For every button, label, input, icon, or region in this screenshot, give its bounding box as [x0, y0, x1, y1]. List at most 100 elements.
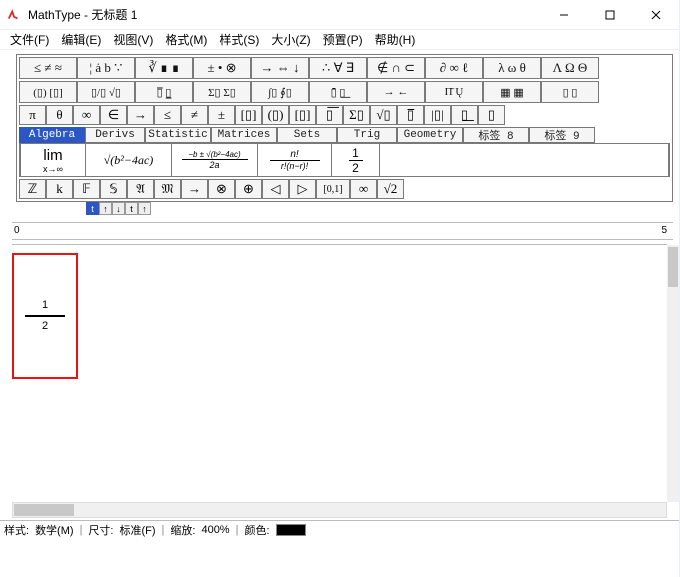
- template-empty[interactable]: [380, 143, 669, 177]
- sym2-f[interactable]: 𝔽: [73, 179, 100, 199]
- maximize-button[interactable]: [587, 0, 633, 30]
- close-button[interactable]: [633, 0, 679, 30]
- sym-pm[interactable]: ±: [208, 105, 235, 125]
- sym-to[interactable]: →: [127, 105, 154, 125]
- palette-misc[interactable]: ∂ ∞ ℓ: [425, 57, 483, 79]
- template-lim[interactable]: lim x→∞: [20, 143, 86, 177]
- sym-sum[interactable]: Σ▯: [343, 105, 370, 125]
- sym-over[interactable]: ▯͞: [316, 105, 343, 125]
- mini-tab-1[interactable]: t: [86, 202, 99, 215]
- palette-operators[interactable]: ± • ⊗: [193, 57, 251, 79]
- palette-greek-upper[interactable]: Λ Ω Θ: [541, 57, 599, 79]
- sym-bracket2[interactable]: [▯]: [289, 105, 316, 125]
- tab-derivs[interactable]: Derivs: [85, 127, 145, 143]
- minimize-button[interactable]: [541, 0, 587, 30]
- horizontal-scrollbar[interactable]: [12, 502, 667, 518]
- status-size-label: 尺寸:: [88, 522, 113, 538]
- sym-sqrt[interactable]: √▯: [370, 105, 397, 125]
- sym2-s[interactable]: 𝕊: [100, 179, 127, 199]
- status-zoom-value[interactable]: 400%: [201, 524, 229, 536]
- sym-bar[interactable]: ▯̅: [397, 105, 424, 125]
- palette-relational[interactable]: ≤ ≠ ≈: [19, 57, 77, 79]
- sym-infty[interactable]: ∞: [73, 105, 100, 125]
- sym2-k[interactable]: k: [46, 179, 73, 199]
- mini-tab-4[interactable]: t: [125, 202, 138, 215]
- menu-file[interactable]: 文件(F): [4, 29, 55, 50]
- sym2-rtri[interactable]: ▷: [289, 179, 316, 199]
- fraction[interactable]: 1 2: [25, 300, 65, 332]
- palette-matrices[interactable]: ▦ ▦: [483, 81, 541, 103]
- palette-fences[interactable]: (▯) [▯]: [19, 81, 77, 103]
- status-zoom-label: 缩放:: [170, 522, 195, 538]
- sym-slot[interactable]: ▯: [478, 105, 505, 125]
- status-color-swatch[interactable]: [276, 524, 306, 536]
- menu-size[interactable]: 大小(Z): [265, 29, 316, 50]
- template-half[interactable]: 1 2: [332, 143, 380, 177]
- tab-algebra[interactable]: Algebra: [19, 127, 85, 143]
- sym-bracket[interactable]: [▯]: [235, 105, 262, 125]
- sym2-z[interactable]: ℤ: [19, 179, 46, 199]
- mini-tab-2[interactable]: ↑: [99, 202, 112, 215]
- sym-le[interactable]: ≤: [154, 105, 181, 125]
- equation-selection[interactable]: 1 2: [12, 253, 78, 379]
- palette-integrals[interactable]: ∫▯ ∮▯: [251, 81, 309, 103]
- palette-subsup[interactable]: ▯̅ ▯̲: [135, 81, 193, 103]
- palette-labeled-arrows[interactable]: → ←: [367, 81, 425, 103]
- menu-style[interactable]: 样式(S): [213, 29, 265, 50]
- status-size-value[interactable]: 标准(F): [119, 522, 155, 538]
- sym-pi[interactable]: π: [19, 105, 46, 125]
- vertical-scrollbar[interactable]: [667, 245, 679, 502]
- sym-theta[interactable]: θ: [46, 105, 73, 125]
- menu-help[interactable]: 帮助(H): [369, 29, 422, 50]
- tab-geometry[interactable]: Geometry: [397, 127, 463, 143]
- v-scroll-thumb[interactable]: [668, 247, 678, 287]
- palette-arrows[interactable]: → ⇔ ↓: [251, 57, 309, 79]
- menu-view[interactable]: 视图(V): [107, 29, 159, 50]
- palette-logic[interactable]: ∴ ∀ ∃: [309, 57, 367, 79]
- sym2-to[interactable]: →: [181, 179, 208, 199]
- sym-in[interactable]: ∈: [100, 105, 127, 125]
- palette-fractions[interactable]: ▯/▯ √▯: [77, 81, 135, 103]
- sym2-otimes[interactable]: ⊗: [208, 179, 235, 199]
- sym-abs[interactable]: |▯|: [424, 105, 451, 125]
- tab-statistic[interactable]: Statistic: [145, 127, 211, 143]
- editor-canvas[interactable]: 1 2: [12, 244, 667, 502]
- sym2-ltri[interactable]: ◁: [262, 179, 289, 199]
- status-style-value[interactable]: 数学(M): [35, 522, 74, 538]
- tab-matrices[interactable]: Matrices: [211, 127, 277, 143]
- palette-set[interactable]: ∉ ∩ ⊂: [367, 57, 425, 79]
- palette-products[interactable]: Π̄ Ų: [425, 81, 483, 103]
- mini-tab-5[interactable]: ↑: [138, 202, 151, 215]
- fraction-denominator[interactable]: 2: [25, 321, 65, 332]
- template-binomial[interactable]: n! r!(n−r)!: [258, 143, 332, 177]
- fraction-numerator[interactable]: 1: [25, 300, 65, 311]
- sym2-oplus[interactable]: ⊕: [235, 179, 262, 199]
- sym2-infty[interactable]: ∞: [350, 179, 377, 199]
- sym-under[interactable]: ▯͟: [451, 105, 478, 125]
- palette-dots[interactable]: ¦ ȧ b ∵: [77, 57, 135, 79]
- palette-boxes[interactable]: ▯ ▯: [541, 81, 599, 103]
- template-quadratic[interactable]: −b ± √(b²−4ac) 2a: [172, 143, 258, 177]
- ruler[interactable]: 0 5: [12, 222, 673, 240]
- menu-edit[interactable]: 编辑(E): [55, 29, 107, 50]
- window-title: MathType - 无标题 1: [28, 6, 137, 23]
- tab-trig[interactable]: Trig: [337, 127, 397, 143]
- tab-tag8[interactable]: 标签 8: [463, 127, 529, 143]
- mini-tab-3[interactable]: ↓: [112, 202, 125, 215]
- sym2-frakM[interactable]: 𝔐: [154, 179, 181, 199]
- palette-overbar[interactable]: ▯̄ ▯͟: [309, 81, 367, 103]
- sym-ne[interactable]: ≠: [181, 105, 208, 125]
- palette-embellish[interactable]: ∛ ∎ ∎: [135, 57, 193, 79]
- palette-greek-lower[interactable]: λ ω θ: [483, 57, 541, 79]
- h-scroll-thumb[interactable]: [14, 504, 74, 516]
- tab-sets[interactable]: Sets: [277, 127, 337, 143]
- menu-prefs[interactable]: 预置(P): [317, 29, 369, 50]
- template-discriminant[interactable]: √(b²−4ac): [86, 143, 172, 177]
- sym2-frakA[interactable]: 𝔄: [127, 179, 154, 199]
- sym2-sqrt2[interactable]: √2: [377, 179, 404, 199]
- palette-sums[interactable]: Σ▯ Σ▯: [193, 81, 251, 103]
- sym-paren[interactable]: (▯): [262, 105, 289, 125]
- menu-format[interactable]: 格式(M): [159, 29, 213, 50]
- sym2-interval[interactable]: [0,1]: [316, 179, 350, 199]
- tab-tag9[interactable]: 标签 9: [529, 127, 595, 143]
